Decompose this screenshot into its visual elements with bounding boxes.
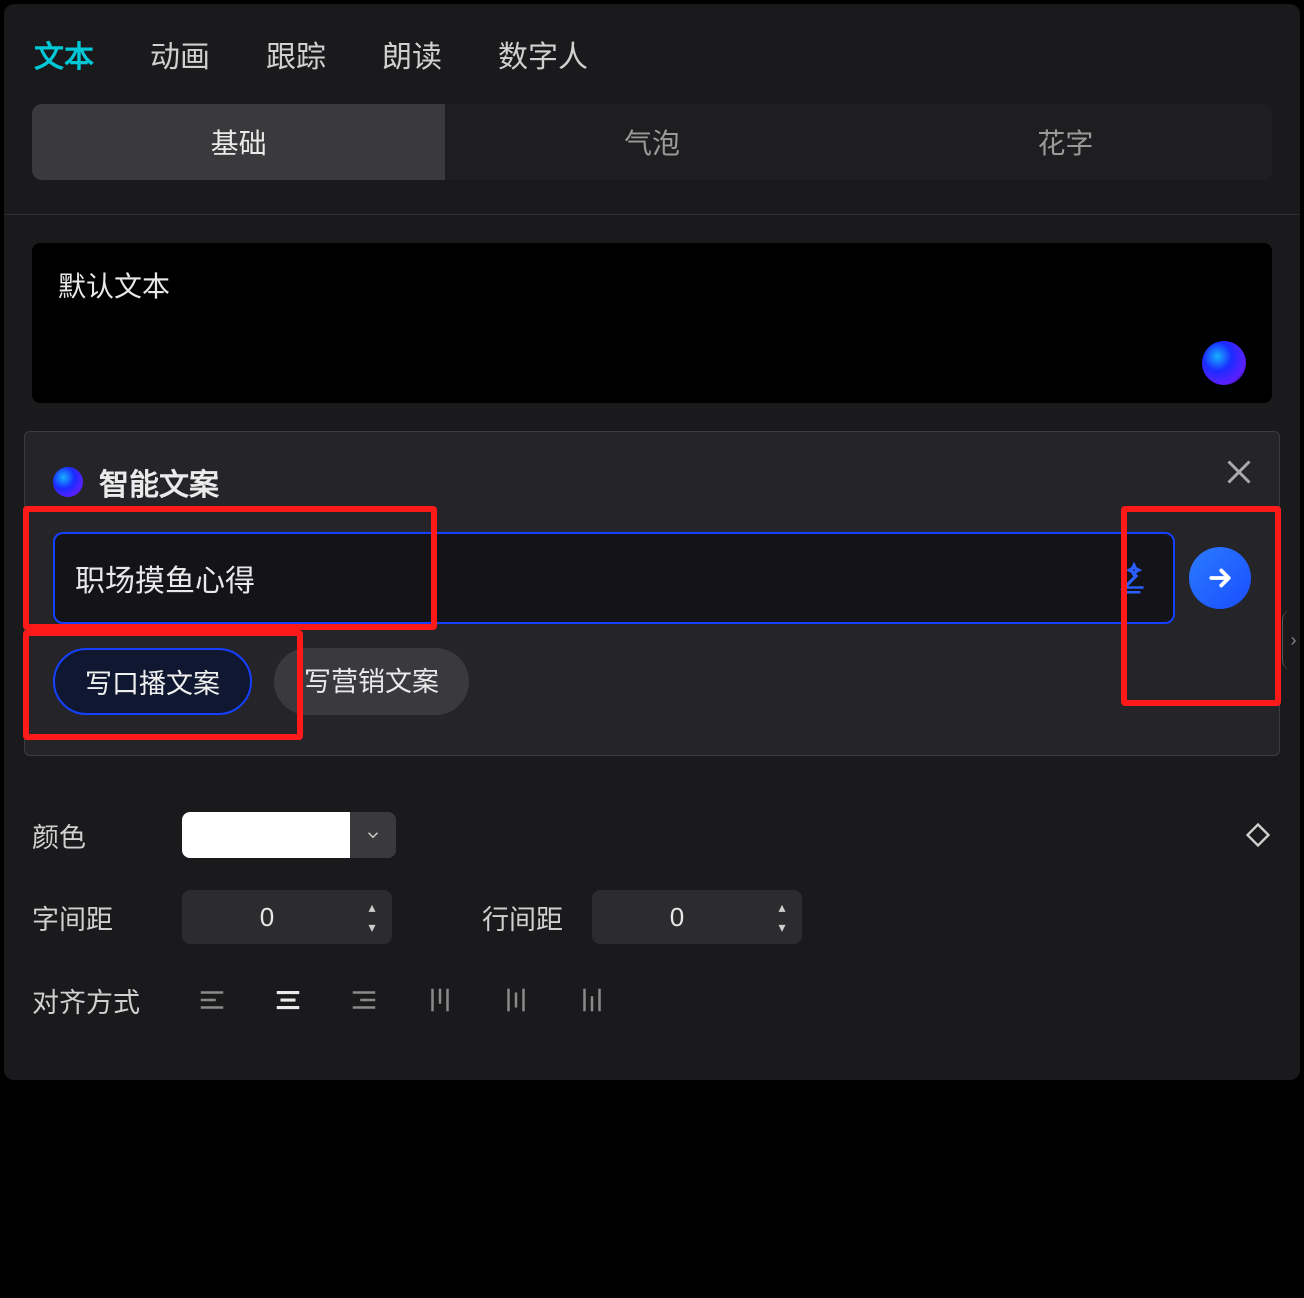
stepper-down-icon[interactable]: ▾ (352, 917, 392, 937)
color-picker[interactable] (182, 812, 396, 858)
subtab-fancy[interactable]: 花字 (859, 104, 1272, 180)
tab-avatar[interactable]: 数字人 (498, 32, 588, 76)
tab-animation[interactable]: 动画 (150, 32, 210, 76)
ai-popup-title: 智能文案 (99, 460, 219, 504)
close-icon[interactable] (1221, 454, 1257, 490)
line-spacing-value: 0 (592, 902, 762, 933)
ai-copy-popup: 智能文案 写口播文案 写营销文案 (24, 431, 1280, 756)
stepper-up-icon[interactable]: ▴ (762, 897, 802, 917)
letter-spacing-value: 0 (182, 902, 352, 933)
color-swatch (182, 812, 350, 858)
align-row: 对齐方式 (32, 976, 1272, 1024)
valign-top-button[interactable] (410, 976, 470, 1024)
align-center-button[interactable] (258, 976, 318, 1024)
align-label: 对齐方式 (32, 981, 182, 1020)
chevron-down-icon[interactable] (350, 812, 396, 858)
letter-spacing-label: 字间距 (32, 898, 182, 937)
line-spacing-label: 行间距 (482, 898, 592, 937)
tab-text[interactable]: 文本 (34, 32, 94, 76)
submit-arrow-button[interactable] (1189, 547, 1251, 609)
text-properties: 颜色 字间距 0 ▴ ▾ 行间距 0 (4, 756, 1300, 1080)
keyframe-diamond-icon[interactable] (1244, 821, 1272, 849)
text-content-input[interactable]: 默认文本 (32, 243, 1272, 403)
panel-collapse-handle[interactable]: › (1282, 610, 1304, 670)
subtab-bubble[interactable]: 气泡 (445, 104, 858, 180)
chip-marketing-copy[interactable]: 写营销文案 (274, 648, 469, 715)
sub-tabs: 基础 气泡 花字 (32, 104, 1272, 180)
ai-chip-row: 写口播文案 写营销文案 (53, 648, 1251, 715)
ai-assist-orb-icon[interactable] (1202, 341, 1246, 385)
color-row: 颜色 (32, 812, 1272, 858)
text-panel: 文本 动画 跟踪 朗读 数字人 基础 气泡 花字 默认文本 智能文案 (4, 4, 1300, 1080)
subtab-basic[interactable]: 基础 (32, 104, 445, 180)
tab-readaloud[interactable]: 朗读 (382, 32, 442, 76)
line-spacing-input[interactable]: 0 ▴ ▾ (592, 890, 802, 944)
valign-bottom-button[interactable] (562, 976, 622, 1024)
chip-broadcast-copy[interactable]: 写口播文案 (53, 648, 252, 715)
color-label: 颜色 (32, 816, 182, 855)
tab-tracking[interactable]: 跟踪 (266, 32, 326, 76)
ai-input-container (53, 532, 1175, 624)
letter-spacing-input[interactable]: 0 ▴ ▾ (182, 890, 392, 944)
valign-middle-button[interactable] (486, 976, 546, 1024)
stepper-up-icon[interactable]: ▴ (352, 897, 392, 917)
align-right-button[interactable] (334, 976, 394, 1024)
ai-prompt-input[interactable] (75, 561, 1115, 595)
align-left-button[interactable] (182, 976, 242, 1024)
top-tabs: 文本 动画 跟踪 朗读 数字人 (4, 4, 1300, 104)
stepper-down-icon[interactable]: ▾ (762, 917, 802, 937)
ai-orb-icon (53, 467, 83, 497)
magic-wand-icon[interactable] (1115, 559, 1153, 597)
spacing-row: 字间距 0 ▴ ▾ 行间距 0 ▴ ▾ (32, 890, 1272, 944)
text-content-value: 默认文本 (58, 271, 170, 302)
